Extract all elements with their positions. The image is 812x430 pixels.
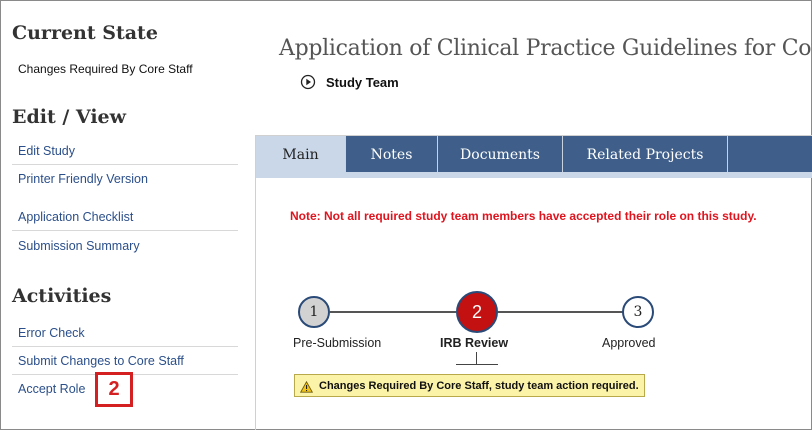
- edit-view-heading: Edit / View: [12, 106, 126, 128]
- tab-bar: Main Notes Documents Related Projects: [256, 136, 812, 172]
- page-title: Application of Clinical Practice Guideli…: [279, 36, 812, 61]
- step-circle-pre-submission: 1: [298, 296, 330, 328]
- error-check-link[interactable]: Error Check: [12, 319, 238, 347]
- step-circle-irb-review: 2: [456, 291, 498, 333]
- tab-related-projects[interactable]: Related Projects: [563, 136, 728, 172]
- submission-summary-link[interactable]: Submission Summary: [12, 232, 238, 260]
- step-label-pre-submission: Pre-Submission: [293, 336, 382, 350]
- status-warning-text: Changes Required By Core Staff, study te…: [319, 379, 639, 392]
- current-state-value: Changes Required By Core Staff: [18, 62, 193, 76]
- activities-heading: Activities: [12, 285, 112, 307]
- study-team-toggle[interactable]: Study Team: [300, 74, 399, 90]
- study-team-label: Study Team: [326, 74, 399, 90]
- warning-triangle-icon: [299, 380, 314, 393]
- callout-number-badge: 2: [95, 372, 133, 407]
- edit-study-link[interactable]: Edit Study: [12, 137, 238, 165]
- tab-notes[interactable]: Notes: [346, 136, 438, 172]
- current-state-heading: Current State: [12, 22, 158, 44]
- current-step-marker: [476, 352, 477, 364]
- submit-changes-link[interactable]: Submit Changes to Core Staff: [12, 347, 238, 375]
- tab-documents[interactable]: Documents: [438, 136, 563, 172]
- current-step-marker-base: [456, 364, 498, 365]
- printer-friendly-link[interactable]: Printer Friendly Version: [12, 165, 238, 193]
- step-connector-2: [498, 311, 624, 313]
- tab-strip-divider: [256, 172, 812, 178]
- step-label-irb-review: IRB Review: [440, 336, 509, 350]
- application-checklist-link[interactable]: Application Checklist: [12, 203, 238, 231]
- step-connector-1: [330, 311, 456, 313]
- tab-overflow[interactable]: [728, 136, 812, 172]
- status-warning-box: Changes Required By Core Staff, study te…: [294, 374, 645, 397]
- step-label-approved: Approved: [602, 336, 656, 350]
- tab-main[interactable]: Main: [256, 136, 346, 172]
- step-circle-approved: 3: [622, 296, 654, 328]
- play-circle-icon: [300, 74, 316, 90]
- team-acceptance-note: Note: Not all required study team member…: [290, 209, 757, 223]
